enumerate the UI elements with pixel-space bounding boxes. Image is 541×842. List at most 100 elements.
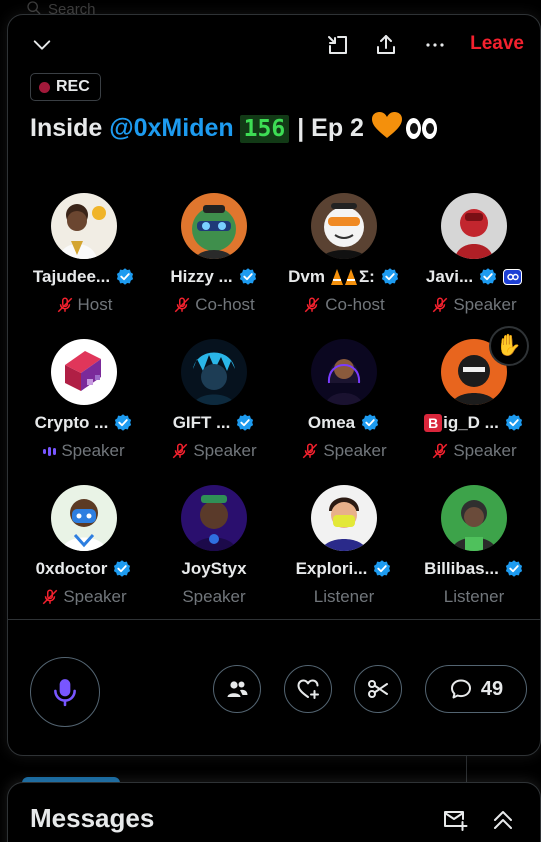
- expand-messages-button[interactable]: [488, 805, 518, 835]
- participant-card[interactable]: Javi... Speaker: [409, 193, 539, 315]
- microphone-button[interactable]: [30, 657, 100, 727]
- mic-off-icon: [57, 297, 72, 313]
- chevron-down-icon: [33, 40, 51, 50]
- participant-name: GIFT ...: [172, 413, 231, 432]
- avatar[interactable]: [441, 485, 507, 551]
- avatar-image: [51, 485, 117, 551]
- participant-name: 0xdoctor: [35, 559, 108, 578]
- avatar-image: [311, 339, 377, 405]
- participant-name: Dvm: [288, 267, 325, 286]
- name-letter-badge: B: [424, 414, 443, 432]
- avatar[interactable]: [311, 339, 377, 405]
- participant-name-row: B ig_D ...: [409, 413, 539, 433]
- avatar-image: [181, 485, 247, 551]
- verified-badge-icon: [480, 268, 497, 285]
- clip-button[interactable]: [354, 665, 402, 713]
- avatar-image: [51, 193, 117, 259]
- speaking-indicator-icon: [43, 446, 57, 456]
- participant-name-row: Javi...: [409, 267, 539, 287]
- mic-off-icon: [433, 443, 448, 459]
- new-message-button[interactable]: [440, 805, 470, 835]
- mic-off-icon: [173, 443, 188, 459]
- participant-name: Explori...: [295, 559, 368, 578]
- participant-card[interactable]: Omea Speaker: [279, 339, 409, 461]
- scissors-icon: [368, 680, 388, 698]
- verified-badge-icon: [505, 414, 522, 431]
- participant-role-row: Speaker: [409, 441, 539, 461]
- comments-button[interactable]: 49: [425, 665, 527, 713]
- participant-card[interactable]: Hizzy ... Co-host: [149, 193, 279, 315]
- eyes-icon: [405, 118, 437, 139]
- participants-button[interactable]: [213, 665, 261, 713]
- participant-card[interactable]: Billibas... Listener: [409, 485, 539, 605]
- mic-off-icon: [433, 297, 448, 313]
- avatar[interactable]: [181, 193, 247, 259]
- participant-name: Crypto ...: [34, 413, 109, 432]
- avatar[interactable]: [441, 193, 507, 259]
- participant-name-row: 0xdoctor: [19, 559, 149, 579]
- avatar[interactable]: [181, 339, 247, 405]
- verified-badge-icon: [505, 560, 522, 577]
- share-icon: [377, 35, 395, 54]
- collapse-button[interactable]: [28, 31, 56, 59]
- avatar[interactable]: [51, 193, 117, 259]
- share-button[interactable]: [372, 31, 400, 59]
- space-title: Inside @0xMiden 156 | Ep 2: [30, 111, 437, 146]
- verified-badge-icon: [381, 268, 398, 285]
- affiliate-badge-icon: [503, 269, 523, 285]
- heart-plus-icon: [297, 679, 319, 699]
- title-count-tag: 156: [239, 114, 290, 143]
- participant-card[interactable]: GIFT ... Speaker: [149, 339, 279, 461]
- verified-badge-icon: [115, 414, 132, 431]
- avatar-image: [51, 339, 117, 405]
- participant-name: Hizzy ...: [170, 267, 233, 286]
- microphone-icon: [54, 679, 76, 707]
- mic-off-icon: [43, 589, 58, 605]
- participant-role: Speaker: [61, 441, 125, 460]
- verified-badge-icon: [362, 414, 379, 431]
- participant-role: Speaker: [453, 441, 517, 460]
- participant-card[interactable]: Dvm Σ: Co-host: [279, 193, 409, 315]
- participant-name-row: Omea: [279, 413, 409, 433]
- avatar[interactable]: [51, 485, 117, 551]
- participant-role-row: Co-host: [279, 295, 409, 315]
- participant-name-row: GIFT ...: [149, 413, 279, 433]
- avatar-image: [311, 485, 377, 551]
- verified-badge-icon: [237, 414, 254, 431]
- leave-button[interactable]: Leave: [470, 33, 524, 55]
- participant-role-row: Speaker: [149, 587, 279, 605]
- new-message-icon: [444, 811, 468, 831]
- space-panel: Leave REC Inside @0xMiden 156 | Ep 2 Taj…: [7, 14, 541, 756]
- participant-name-row: Dvm Σ:: [279, 267, 409, 287]
- avatar[interactable]: [181, 485, 247, 551]
- participant-role-row: Host: [19, 295, 149, 315]
- participant-role-row: Co-host: [149, 295, 279, 315]
- participant-name-suffix: Σ:: [358, 267, 375, 286]
- avatar[interactable]: ✋: [441, 326, 529, 405]
- participant-name: ig_D ...: [443, 413, 499, 432]
- participant-card[interactable]: JoyStyx Speaker: [149, 485, 279, 605]
- participant-card[interactable]: Explori... Listener: [279, 485, 409, 605]
- participant-role-row: Speaker: [149, 441, 279, 461]
- participant-role-row: Speaker: [19, 587, 149, 605]
- add-reaction-button[interactable]: [284, 665, 332, 713]
- participant-role-row: Speaker: [409, 295, 539, 315]
- title-prefix: Inside: [30, 114, 103, 142]
- participant-name-row: Crypto ...: [19, 413, 149, 433]
- participant-card[interactable]: Crypto ... Speaker: [19, 339, 149, 461]
- avatar[interactable]: [51, 339, 117, 405]
- avatar[interactable]: [311, 485, 377, 551]
- participant-name-row: Billibas...: [409, 559, 539, 579]
- participant-role: Speaker: [193, 441, 257, 460]
- title-mention-link[interactable]: @0xMiden: [109, 114, 233, 143]
- more-button[interactable]: [421, 31, 449, 59]
- mic-off-icon: [304, 297, 320, 313]
- participant-card[interactable]: 0xdoctor Speaker: [19, 485, 149, 605]
- participant-card[interactable]: Tajudee... Host: [19, 193, 149, 315]
- participant-card[interactable]: ✋ B ig_D ... Speaker: [409, 326, 539, 461]
- participant-name: JoyStyx: [181, 559, 247, 578]
- avatar[interactable]: [311, 193, 377, 259]
- participant-role: Co-host: [195, 295, 255, 314]
- minimize-button[interactable]: [324, 31, 352, 59]
- messages-drawer[interactable]: Messages: [7, 782, 541, 842]
